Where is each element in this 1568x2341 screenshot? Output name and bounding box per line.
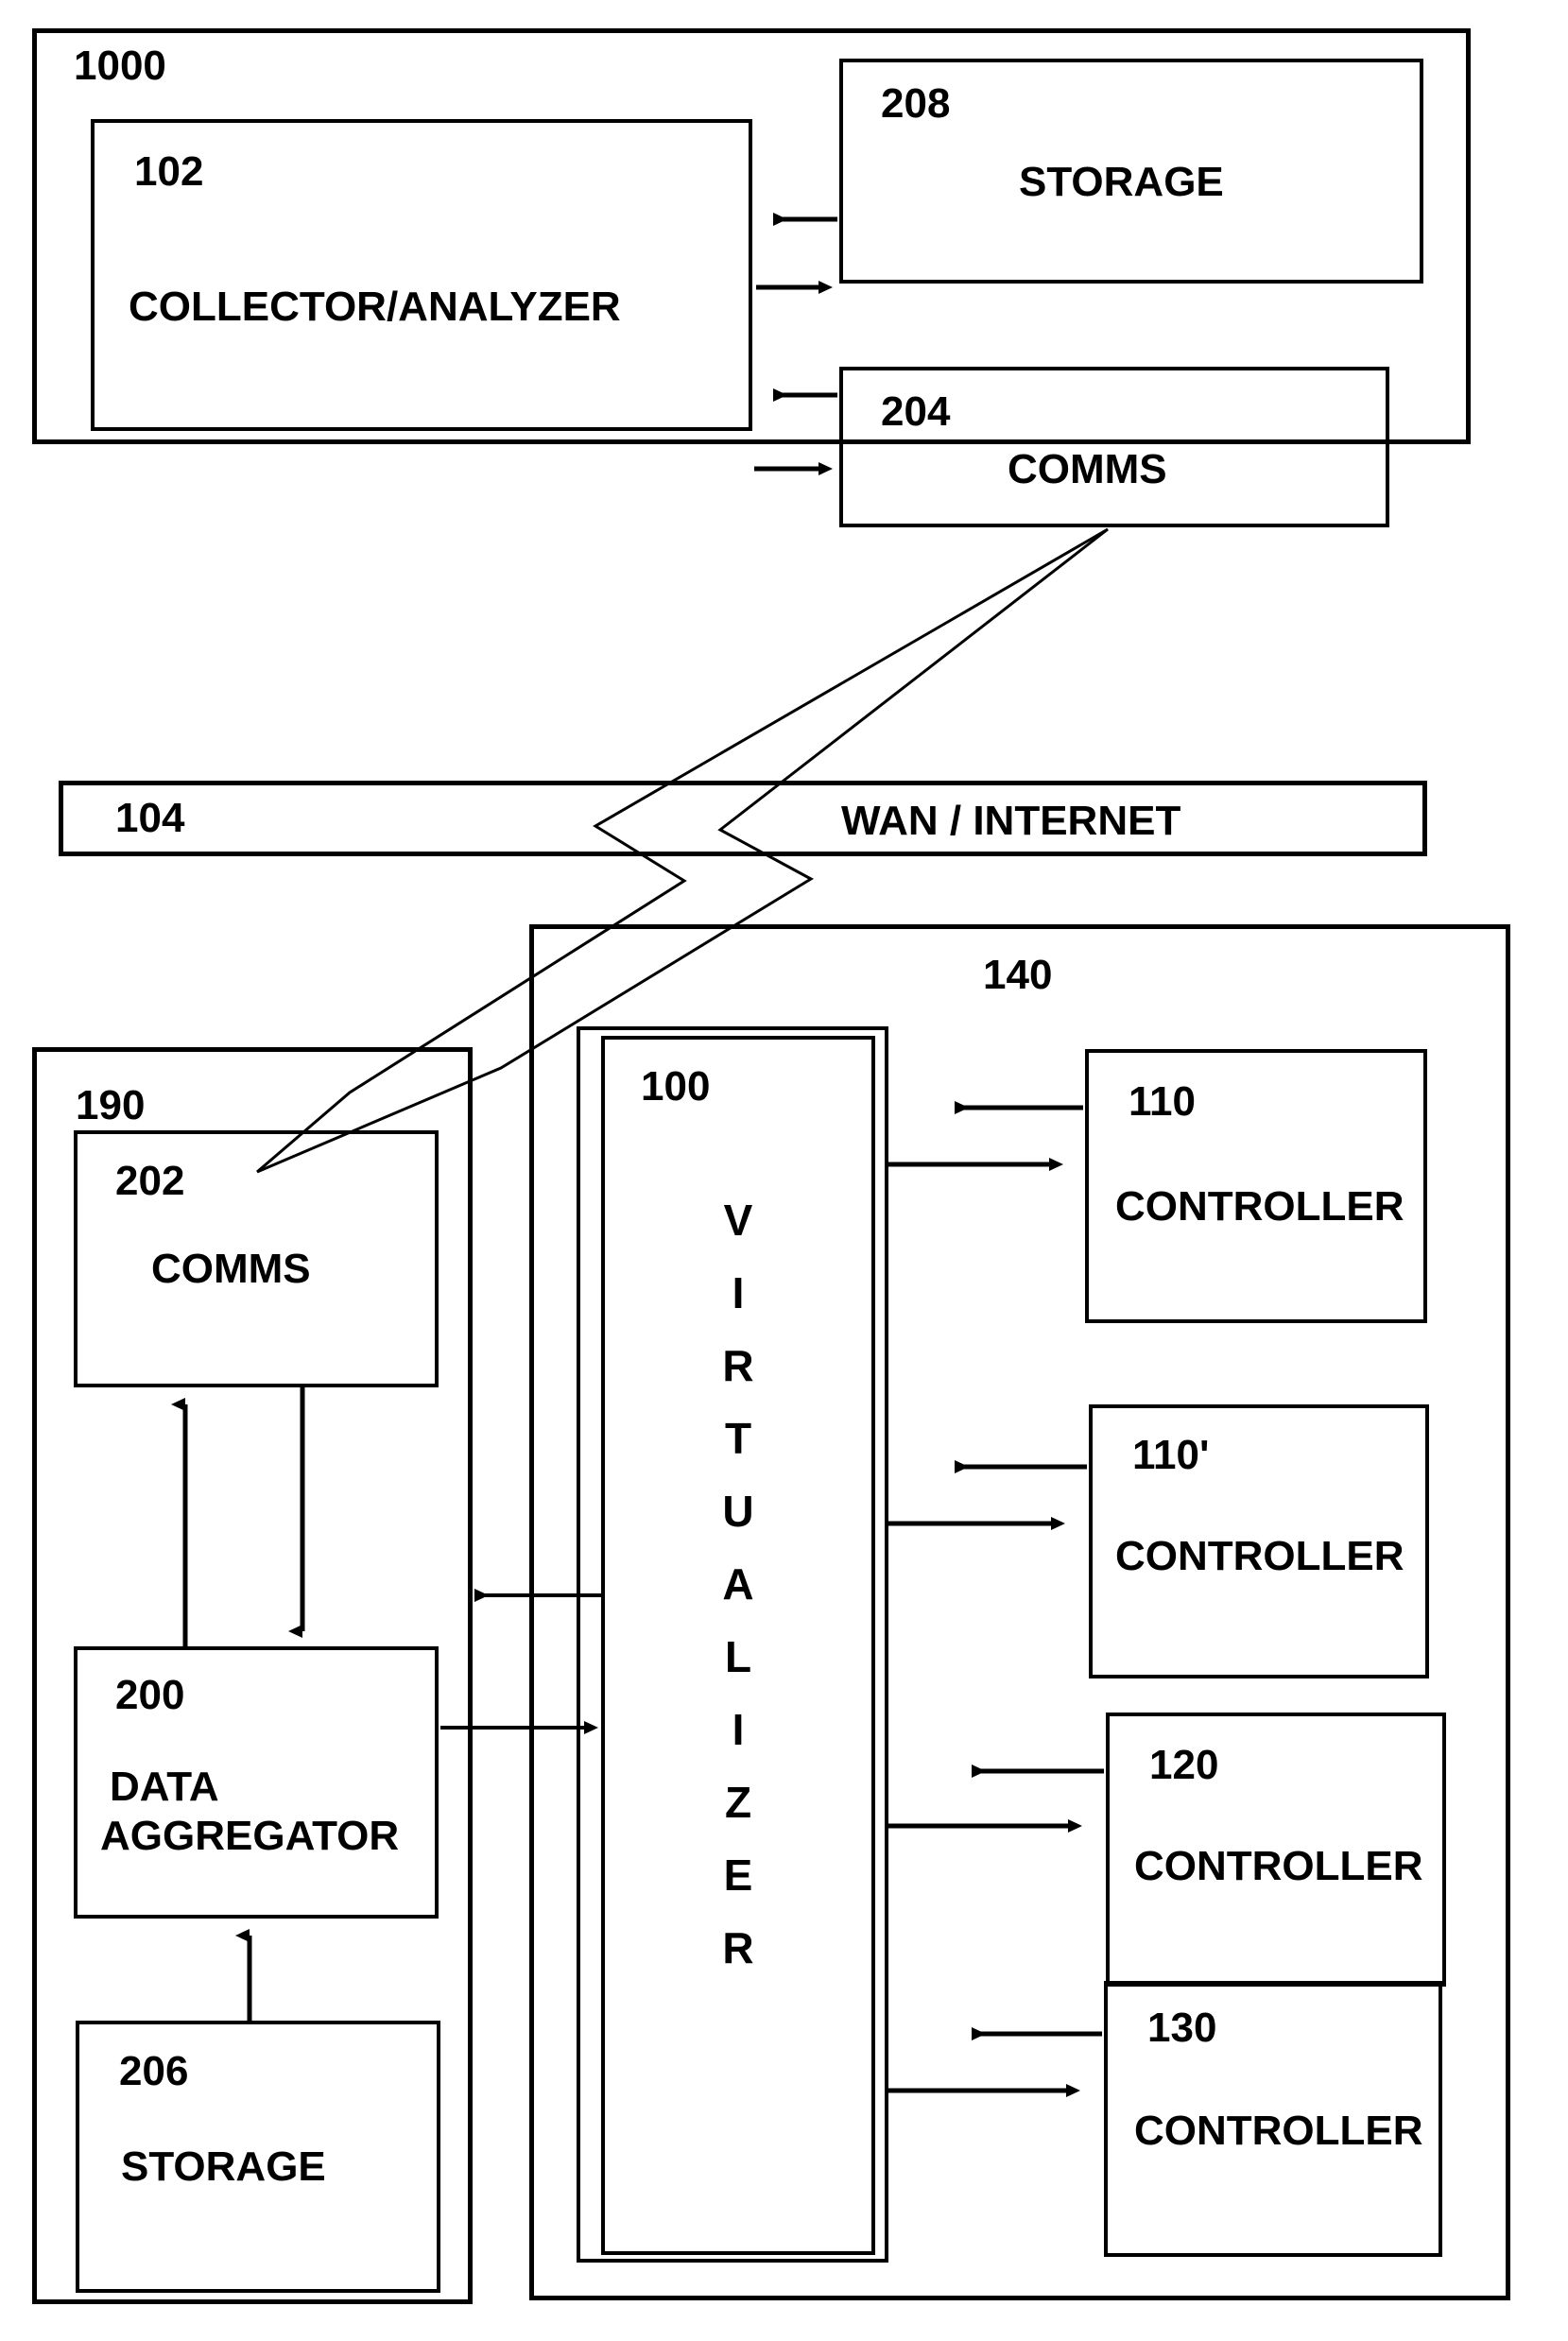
ref-200: 200 (115, 1672, 185, 1718)
virtualizer-letter: E (723, 1850, 753, 1900)
virtualizer-letter: I (732, 1705, 745, 1754)
label-storage-206: STORAGE (121, 2143, 326, 2190)
label-controller-120: CONTROLLER (1134, 1843, 1423, 1889)
label-storage-208: STORAGE (1019, 159, 1224, 205)
ref-202: 202 (115, 1158, 185, 1204)
ref-208: 208 (881, 80, 951, 127)
virtualizer-letter: T (724, 1414, 752, 1463)
label-comms-202: COMMS (151, 1246, 311, 1292)
ref-140: 140 (983, 952, 1053, 998)
virtualizer-letter: I (732, 1268, 745, 1317)
ref-120: 120 (1149, 1742, 1219, 1788)
virtualizer-letter: V (723, 1196, 753, 1245)
label-comms-204: COMMS (1008, 446, 1167, 492)
ref-110: 110 (1129, 1078, 1196, 1125)
ref-204: 204 (881, 388, 951, 435)
ref-102: 102 (134, 148, 204, 195)
label-controller-110-prime: CONTROLLER (1115, 1533, 1404, 1579)
panel-wan-internet (59, 781, 1427, 856)
label-controller-130: CONTROLLER (1134, 2108, 1423, 2154)
label-data-aggregator-line2: AGGREGATOR (100, 1813, 400, 1859)
patent-figure: 1000 102 COLLECTOR/ANALYZER 208 STORAGE … (0, 0, 1568, 2341)
ref-190: 190 (76, 1082, 146, 1128)
label-virtualizer: V I R T U A L I Z E R (601, 1198, 875, 1999)
ref-104: 104 (115, 795, 185, 841)
label-collector-analyzer: COLLECTOR/ANALYZER (129, 284, 621, 330)
virtualizer-letter: R (722, 1923, 754, 1972)
ref-206: 206 (119, 2048, 189, 2094)
ref-100: 100 (641, 1063, 711, 1110)
label-data-aggregator-line1: DATA (110, 1764, 219, 1810)
label-wan-internet: WAN / INTERNET (841, 798, 1181, 844)
label-controller-110: CONTROLLER (1115, 1183, 1404, 1230)
virtualizer-letter: Z (724, 1778, 752, 1827)
virtualizer-letter: U (722, 1487, 754, 1536)
ref-130: 130 (1147, 2005, 1217, 2051)
virtualizer-letter: A (722, 1559, 754, 1609)
ref-110-prime: 110' (1132, 1432, 1210, 1478)
ref-1000: 1000 (74, 43, 166, 89)
virtualizer-letter: L (724, 1632, 752, 1681)
virtualizer-letter: R (722, 1341, 754, 1390)
